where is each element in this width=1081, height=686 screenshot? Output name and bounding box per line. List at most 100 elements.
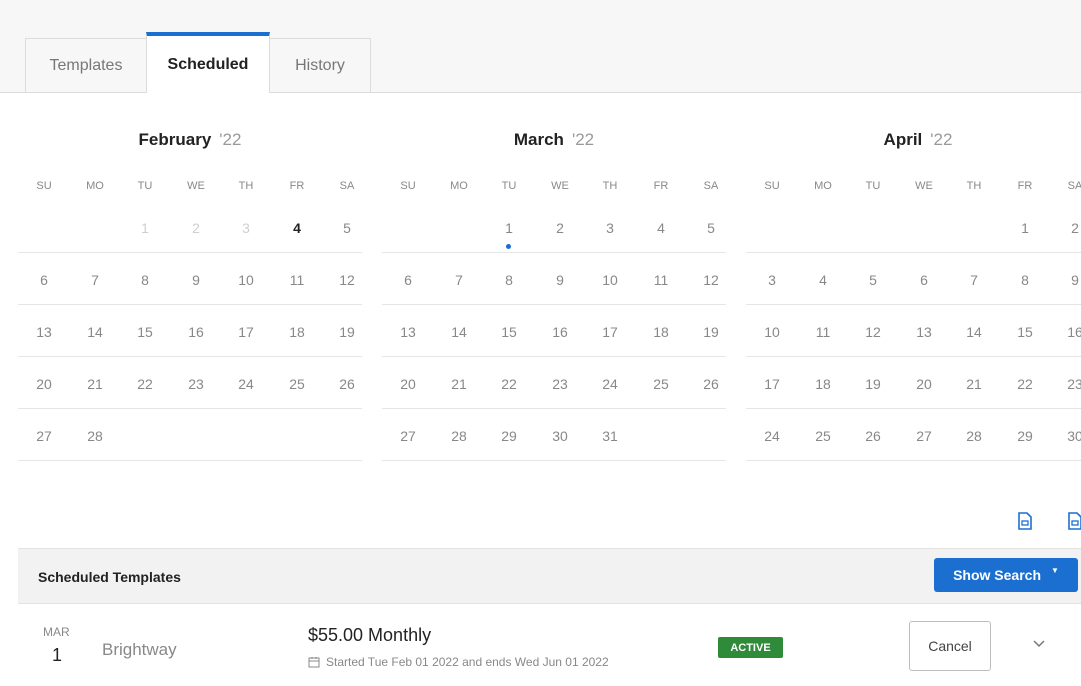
calendar-day[interactable]: 28 [441,428,477,444]
calendar-day[interactable]: 30 [542,428,578,444]
calendar-day[interactable]: 25 [805,428,841,444]
tab-templates[interactable]: Templates [25,38,147,92]
calendar-day[interactable]: 26 [693,376,729,392]
calendar-day[interactable]: 5 [329,220,365,236]
calendar-day[interactable]: 6 [906,272,942,288]
calendar-day[interactable]: 13 [390,324,426,340]
calendar-day[interactable]: 20 [390,376,426,392]
calendar-day[interactable]: 1 [127,220,163,236]
scheduled-template-row[interactable]: MAR 1 Brightway $55.00 Monthly Started T… [18,603,1081,686]
calendar-day[interactable]: 25 [643,376,679,392]
calendar-day[interactable]: 11 [279,272,315,288]
calendar-day[interactable]: 27 [906,428,942,444]
calendar-day[interactable]: 15 [1007,324,1043,340]
calendar-day[interactable]: 10 [228,272,264,288]
calendar-day[interactable]: 11 [643,272,679,288]
calendar-day[interactable]: 7 [956,272,992,288]
chevron-down-icon[interactable] [1032,639,1046,649]
document-icon[interactable] [1017,512,1033,530]
calendar-day[interactable]: 5 [693,220,729,236]
calendar-day[interactable]: 22 [1007,376,1043,392]
calendar-day[interactable]: 13 [906,324,942,340]
calendar-day[interactable]: 7 [441,272,477,288]
calendar-day[interactable]: 16 [178,324,214,340]
calendar-day[interactable]: 4 [643,220,679,236]
calendar-day[interactable]: 27 [390,428,426,444]
calendar-day[interactable]: 27 [26,428,62,444]
calendar-day[interactable]: 3 [228,220,264,236]
calendar-day[interactable]: 24 [592,376,628,392]
calendar-day[interactable]: 21 [77,376,113,392]
calendar-day[interactable]: 18 [279,324,315,340]
calendar-day[interactable]: 18 [643,324,679,340]
calendar-day[interactable]: 26 [329,376,365,392]
calendar-day[interactable]: 12 [855,324,891,340]
calendar-day[interactable]: 12 [329,272,365,288]
calendar-day[interactable]: 6 [26,272,62,288]
calendar-day[interactable]: 1 [491,220,527,236]
calendar-day[interactable]: 4 [805,272,841,288]
calendar-day[interactable]: 16 [542,324,578,340]
calendar-day[interactable]: 2 [178,220,214,236]
calendar-day[interactable]: 10 [592,272,628,288]
calendar-day[interactable]: 25 [279,376,315,392]
calendar-day[interactable]: 28 [77,428,113,444]
calendar-day[interactable]: 21 [956,376,992,392]
calendar-day[interactable]: 10 [754,324,790,340]
calendar-day[interactable]: 30 [1057,428,1081,444]
calendar-day[interactable]: 2 [1057,220,1081,236]
calendar-day[interactable]: 23 [1057,376,1081,392]
calendar-day[interactable]: 9 [1057,272,1081,288]
calendar-day[interactable]: 23 [178,376,214,392]
calendar-day[interactable]: 19 [693,324,729,340]
status-badge: ACTIVE [718,637,783,658]
calendar-day[interactable]: 6 [390,272,426,288]
show-search-button[interactable]: Show Search ▼ [934,558,1078,592]
calendar-day[interactable]: 7 [77,272,113,288]
calendar-day[interactable]: 29 [1007,428,1043,444]
calendar-day[interactable]: 3 [754,272,790,288]
cancel-button[interactable]: Cancel [909,621,991,671]
calendar-day[interactable]: 21 [441,376,477,392]
calendar-day[interactable]: 19 [855,376,891,392]
calendar-day[interactable]: 19 [329,324,365,340]
calendar-day[interactable]: 26 [855,428,891,444]
calendar-day[interactable]: 22 [491,376,527,392]
calendar-day[interactable]: 8 [127,272,163,288]
calendar-day[interactable]: 20 [906,376,942,392]
calendar-day[interactable]: 5 [855,272,891,288]
calendar-day[interactable]: 4 [279,220,315,236]
calendar-day[interactable]: 15 [127,324,163,340]
calendar-day[interactable]: 23 [542,376,578,392]
calendar-day[interactable]: 12 [693,272,729,288]
calendar-day[interactable]: 13 [26,324,62,340]
calendar-day[interactable]: 14 [441,324,477,340]
calendar-day[interactable]: 8 [491,272,527,288]
calendar-day[interactable]: 2 [542,220,578,236]
calendar-day[interactable]: 14 [77,324,113,340]
calendar-day[interactable]: 15 [491,324,527,340]
calendar-day[interactable]: 9 [178,272,214,288]
calendar-day[interactable]: 28 [956,428,992,444]
calendar-day[interactable]: 20 [26,376,62,392]
calendar-day[interactable]: 17 [592,324,628,340]
weekday-label: SA [1067,180,1081,192]
calendar-day[interactable]: 17 [754,376,790,392]
calendar-day[interactable]: 1 [1007,220,1043,236]
calendar-day[interactable]: 3 [592,220,628,236]
calendar-day[interactable]: 14 [956,324,992,340]
calendar-day[interactable]: 9 [542,272,578,288]
tab-scheduled[interactable]: Scheduled [146,32,270,93]
calendar-day[interactable]: 22 [127,376,163,392]
calendar-day[interactable]: 16 [1057,324,1081,340]
calendar-day[interactable]: 24 [228,376,264,392]
calendar-day[interactable]: 29 [491,428,527,444]
tab-history[interactable]: History [269,38,371,92]
calendar-day[interactable]: 17 [228,324,264,340]
calendar-day[interactable]: 8 [1007,272,1043,288]
document-icon[interactable] [1067,512,1081,530]
calendar-day[interactable]: 24 [754,428,790,444]
calendar-day[interactable]: 11 [805,324,841,340]
calendar-day[interactable]: 31 [592,428,628,444]
calendar-day[interactable]: 18 [805,376,841,392]
